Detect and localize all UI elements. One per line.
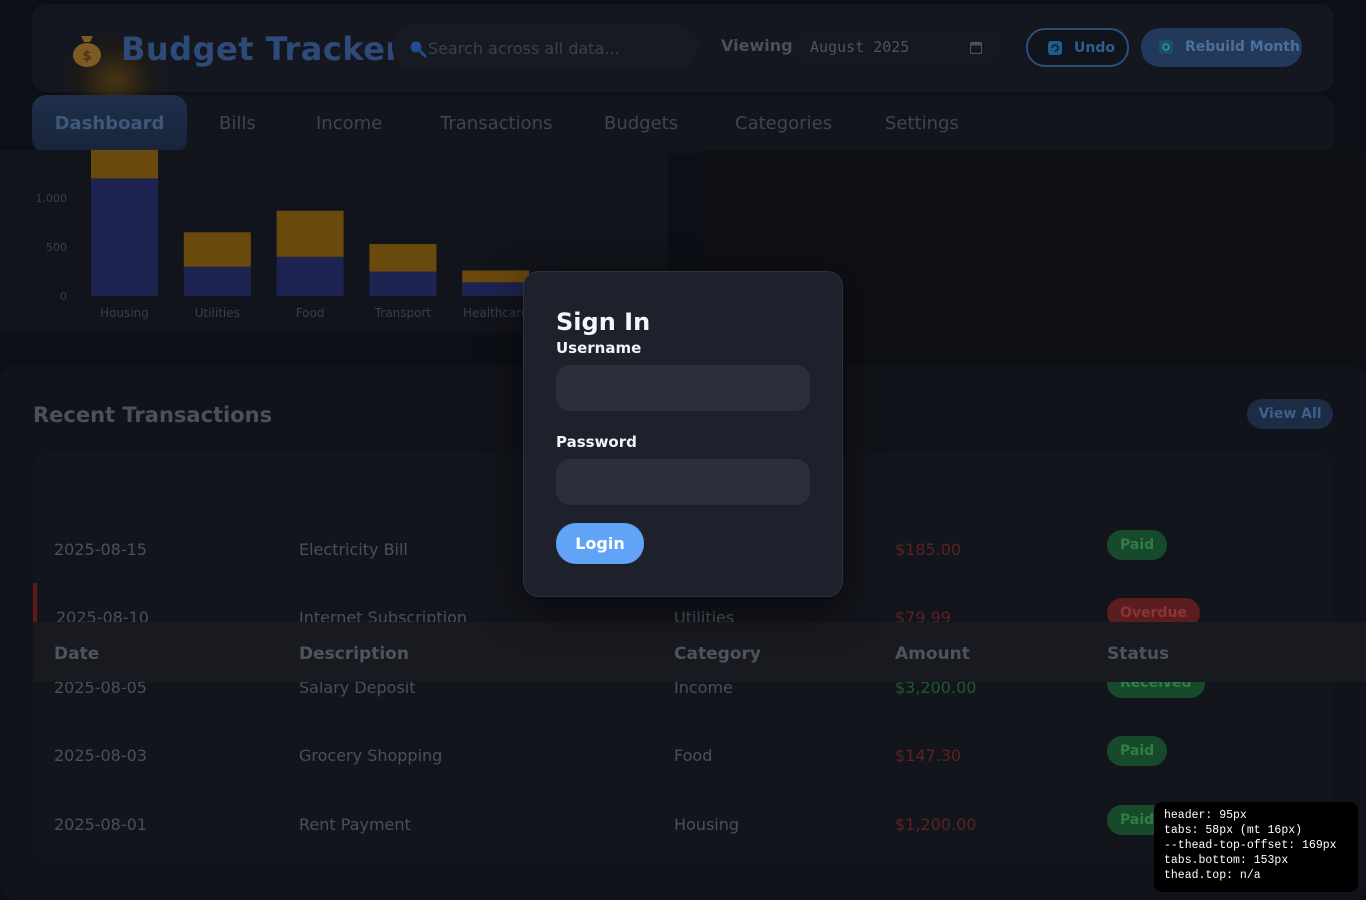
cell-description: Grocery Shopping [299, 746, 443, 765]
debug-line: tabs.bottom: 153px [1164, 854, 1289, 867]
x-tick-label: Food [296, 306, 325, 320]
bar-segment [183, 266, 251, 296]
cell-amount: $1,200.00 [895, 815, 977, 834]
bar-segment [91, 178, 158, 296]
tab-categories[interactable]: Categories [735, 95, 832, 153]
sign-in-modal: Sign In Username Password Login [523, 271, 843, 597]
cell-description: Rent Payment [299, 815, 411, 834]
recent-transactions-title: Recent Transactions [33, 403, 273, 427]
debug-line: header: 95px [1164, 809, 1247, 822]
column-header-description[interactable]: Description [299, 644, 409, 664]
status-badge: Paid [1107, 736, 1168, 766]
cell-category: Housing [674, 815, 740, 834]
cell-date: 2025-08-03 [54, 746, 147, 765]
y-tick-label: 1,000 [36, 192, 68, 205]
rebuild-month-button[interactable]: Rebuild Month [1141, 28, 1302, 67]
debug-line: --thead-top-offset: 169px [1164, 839, 1337, 852]
y-tick-label: 500 [46, 241, 67, 254]
x-tick-label: Healthcare [463, 306, 528, 320]
modal-title: Sign In [556, 308, 651, 336]
column-header-date[interactable]: Date [54, 644, 99, 664]
app-title: Budget Tracker [121, 30, 402, 68]
password-field[interactable] [556, 459, 810, 505]
money-bag-icon: $ [73, 36, 101, 67]
table-header: Date Description Category Amount Status [33, 622, 1366, 682]
x-tick-label: Housing [100, 306, 149, 320]
calendar-icon[interactable] [970, 41, 982, 54]
tab-budgets[interactable]: Budgets [604, 95, 678, 153]
bar-segment [462, 270, 530, 283]
rebuild-month-label: Rebuild Month [1185, 39, 1300, 55]
column-header-category[interactable]: Category [674, 644, 761, 664]
month-value: August 2025 [810, 38, 910, 56]
refresh-icon [1159, 40, 1173, 54]
cell-category: Food [674, 746, 713, 765]
debug-panel: header: 95px tabs: 58px (mt 16px) --thea… [1154, 802, 1358, 892]
table-row[interactable]: 2025-08-05 Salary Deposit Income $3,200.… [33, 668, 1333, 708]
table-row[interactable]: 2025-08-01 Rent Payment Housing $1,200.0… [33, 805, 1333, 845]
column-header-amount[interactable]: Amount [895, 644, 970, 664]
undo-icon [1048, 41, 1062, 55]
tab-settings[interactable]: Settings [885, 95, 959, 153]
tab-dashboard[interactable]: Dashboard [32, 95, 187, 153]
main-tabs: Dashboard Bills Income Transactions Budg… [32, 95, 1334, 153]
tab-income[interactable]: Income [316, 95, 382, 153]
bar-segment [183, 232, 251, 267]
column-header-status[interactable]: Status [1107, 644, 1169, 664]
debug-line: thead.top: n/a [1164, 869, 1261, 882]
tab-bills[interactable]: Bills [219, 95, 256, 153]
cell-date: 2025-08-15 [54, 540, 147, 559]
view-all-button[interactable]: View All [1247, 399, 1333, 429]
svg-text:$: $ [82, 49, 91, 64]
global-search[interactable] [392, 24, 698, 70]
username-field[interactable] [556, 365, 810, 411]
x-tick-label: Transport [374, 306, 432, 320]
tab-transactions[interactable]: Transactions [440, 95, 552, 153]
status-badge: Paid [1107, 530, 1168, 560]
bar-segment [276, 210, 344, 257]
viewing-label: Viewing: [721, 36, 799, 55]
search-input[interactable] [428, 37, 678, 59]
password-label: Password [556, 433, 637, 451]
bar-segment [369, 244, 437, 272]
bar-segment [276, 256, 344, 296]
bar-segment [91, 150, 158, 179]
cell-description: Electricity Bill [299, 540, 408, 559]
debug-line: tabs: 58px (mt 16px) [1164, 824, 1303, 837]
month-picker[interactable]: August 2025 [794, 28, 1002, 66]
table-row[interactable]: 2025-08-03 Grocery Shopping Food $147.30… [33, 736, 1333, 776]
search-icon [410, 41, 427, 58]
username-label: Username [556, 339, 642, 357]
undo-label: Undo [1074, 40, 1115, 56]
bar-segment [369, 271, 437, 296]
bar-segment [462, 282, 530, 296]
cell-amount: $147.30 [895, 746, 962, 765]
cell-date: 2025-08-01 [54, 815, 147, 834]
cell-amount: $185.00 [895, 540, 962, 559]
x-tick-label: Utilities [195, 306, 240, 320]
undo-button[interactable]: Undo [1026, 28, 1129, 67]
login-button[interactable]: Login [556, 523, 644, 564]
y-tick-label: 0 [60, 290, 67, 303]
